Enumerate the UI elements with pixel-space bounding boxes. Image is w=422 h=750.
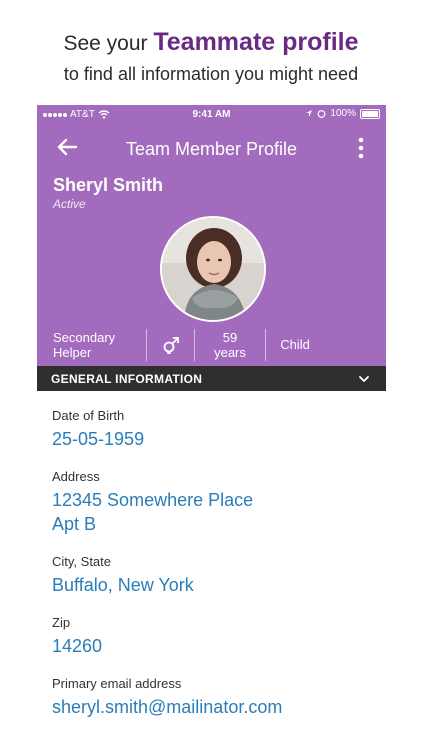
battery-icon [360, 108, 380, 119]
field-label: City, State [52, 554, 112, 569]
field-value: Apt B [52, 514, 97, 534]
field-zip: Zip 14260 [52, 615, 372, 658]
promo-headline: See your Teammate profile [0, 28, 422, 57]
stat-relation: Child [280, 337, 310, 352]
age-value: 59 [222, 329, 238, 345]
field-value: 25-05-1959 [52, 429, 145, 449]
field-label: Primary email address [52, 676, 182, 691]
field-email: Primary email address sheryl.smith@maili… [52, 676, 372, 719]
screen-title: Team Member Profile [125, 139, 298, 159]
field-dob: Date of Birth 25-05-1959 [52, 408, 372, 451]
gender-icon [163, 336, 179, 354]
field-address: Address 12345 Somewhere Place Apt B [52, 469, 372, 536]
stat-role: Secondary Helper [37, 328, 147, 361]
status-right: 100% [305, 108, 380, 119]
field-label: Date of Birth [52, 408, 125, 423]
status-bar: AT&T 9:41 AM 100% [37, 105, 386, 125]
promo-prefix: See your [63, 32, 154, 55]
member-name: Sheryl Smith [53, 175, 164, 195]
field-value: 12345 Somewhere Place [52, 490, 254, 510]
field-label: Address [52, 469, 100, 484]
field-value: 14260 [52, 636, 103, 656]
field-value: Buffalo, New York [52, 575, 194, 595]
avatar-photo [162, 218, 264, 320]
phone-screen: AT&T 9:41 AM 100% Team Member Profile Sh… [37, 105, 386, 750]
info-fields: Date of Birth 25-05-1959 Address 12345 S… [52, 408, 372, 737]
location-icon [306, 110, 313, 117]
field-city: City, State Buffalo, New York [52, 554, 372, 597]
profile-header: AT&T 9:41 AM 100% Team Member Profile Sh… [37, 105, 386, 366]
alarm-icon [318, 110, 326, 118]
general-info-section-toggle[interactable]: GENERAL INFORMATION [37, 366, 386, 391]
promo-accent: Teammate profile [153, 28, 359, 56]
age-unit: years [214, 344, 246, 360]
promo-subline: to find all information you might need [63, 64, 359, 84]
field-label: Zip [52, 615, 71, 630]
section-title: GENERAL INFORMATION [51, 372, 203, 386]
member-status: Active [53, 197, 86, 211]
top-app-bar: Team Member Profile [37, 131, 386, 165]
avatar [160, 216, 266, 322]
more-vert-icon[interactable] [358, 137, 364, 159]
stats-row: Secondary Helper 59 years Child [37, 323, 386, 366]
stat-gender [147, 328, 195, 361]
email-link[interactable]: sheryl.smith@mailinator.com [52, 695, 372, 719]
chevron-down-icon[interactable] [358, 373, 370, 385]
battery-label: 100% [330, 108, 356, 119]
role-line2: Helper [53, 344, 92, 360]
role-line1: Secondary [53, 329, 116, 345]
stat-age: 59 years [195, 328, 266, 361]
